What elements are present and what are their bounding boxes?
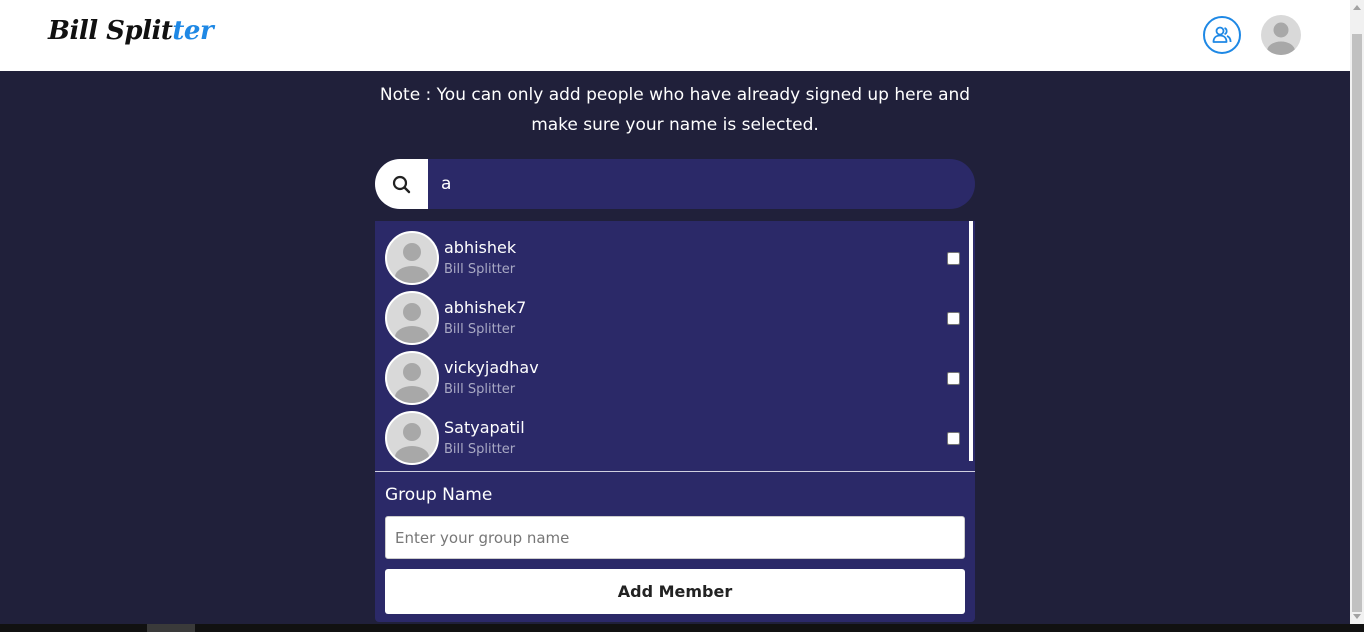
app-logo[interactable]: Bill Splitter (48, 16, 214, 46)
member-avatar (385, 231, 439, 285)
user-silhouette-icon (395, 243, 429, 283)
info-note: Note : You can only add people who have … (379, 85, 971, 135)
search-input[interactable] (428, 159, 975, 209)
taskbar-item[interactable] (147, 624, 195, 632)
search-icon (392, 175, 411, 193)
logo-accent-text: ter (172, 16, 214, 46)
group-name-input[interactable] (385, 516, 965, 559)
app-header: Bill Splitter (0, 0, 1350, 71)
list-item[interactable]: abhishek7 Bill Splitter (375, 281, 965, 345)
member-name: abhishek7 (444, 298, 527, 317)
profile-avatar[interactable] (1261, 15, 1301, 55)
page-scrollbar[interactable] (1350, 0, 1364, 624)
member-subtitle: Bill Splitter (444, 442, 516, 457)
member-results-list[interactable]: abhishek Bill Splitter abhishek7 Bill Sp… (375, 221, 975, 471)
user-silhouette-icon (1267, 22, 1295, 55)
member-checkbox[interactable] (947, 312, 960, 325)
scroll-down-arrow-icon[interactable] (1353, 614, 1361, 619)
user-silhouette-icon (395, 423, 429, 463)
member-name: abhishek (444, 238, 517, 257)
member-subtitle: Bill Splitter (444, 322, 516, 337)
member-avatar (385, 291, 439, 345)
member-subtitle: Bill Splitter (444, 382, 516, 397)
member-checkbox[interactable] (947, 252, 960, 265)
member-checkbox[interactable] (947, 432, 960, 445)
member-name: Satyapatil (444, 418, 525, 437)
member-checkbox[interactable] (947, 372, 960, 385)
add-member-panel: abhishek Bill Splitter abhishek7 Bill Sp… (375, 221, 975, 622)
add-member-button[interactable]: Add Member (385, 569, 965, 614)
scroll-up-arrow-icon[interactable] (1353, 5, 1361, 10)
os-taskbar (0, 624, 1364, 632)
user-silhouette-icon (395, 303, 429, 343)
list-item[interactable]: Satyapatil Bill Splitter (375, 401, 965, 465)
search-button[interactable] (375, 159, 428, 209)
list-scrollbar[interactable] (969, 221, 973, 461)
member-subtitle: Bill Splitter (444, 262, 516, 277)
users-icon (1212, 26, 1232, 43)
logo-main-text: Bill Split (48, 16, 173, 46)
member-search-bar (375, 159, 975, 209)
list-item[interactable]: abhishek Bill Splitter (375, 221, 965, 285)
users-button[interactable] (1203, 16, 1241, 54)
member-name: vickyjadhav (444, 358, 539, 377)
user-silhouette-icon (395, 363, 429, 403)
member-avatar (385, 411, 439, 465)
scrollbar-thumb[interactable] (1352, 34, 1362, 612)
divider (375, 471, 975, 472)
group-name-label: Group Name (385, 485, 493, 505)
list-item[interactable]: vickyjadhav Bill Splitter (375, 341, 965, 405)
member-avatar (385, 351, 439, 405)
